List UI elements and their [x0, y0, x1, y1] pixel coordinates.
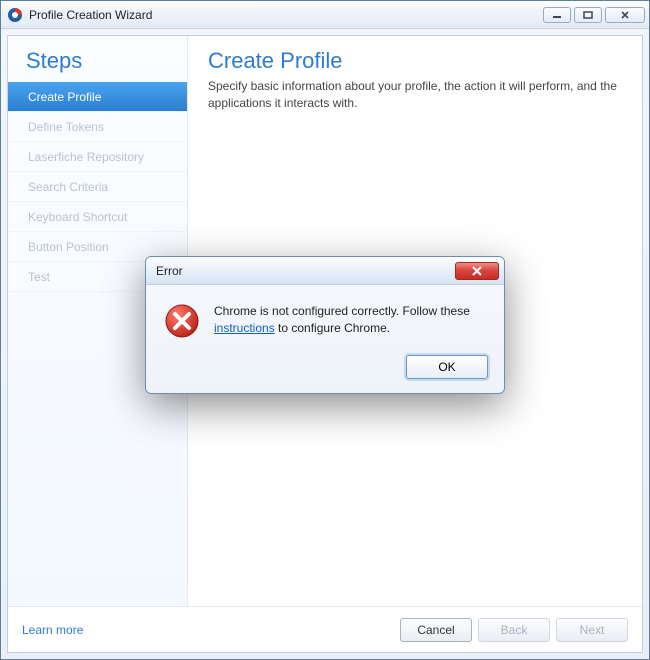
- button-label: OK: [438, 360, 455, 374]
- error-icon: [164, 303, 200, 339]
- error-dialog: Error: [145, 256, 505, 394]
- dialog-body: Chrome is not configured correctly. Foll…: [146, 285, 504, 349]
- dialog-text-before: Chrome is not configured correctly. Foll…: [214, 304, 470, 318]
- dialog-title: Error: [156, 264, 455, 278]
- instructions-link[interactable]: instructions: [214, 321, 275, 335]
- dialog-footer: OK: [146, 349, 504, 393]
- dialog-message: Chrome is not configured correctly. Foll…: [214, 303, 486, 339]
- wizard-window: Profile Creation Wizard Steps Create Pro…: [0, 0, 650, 660]
- dialog-titlebar: Error: [146, 257, 504, 285]
- modal-layer: Error: [0, 0, 650, 660]
- dialog-text-after: to configure Chrome.: [275, 321, 390, 335]
- ok-button[interactable]: OK: [406, 355, 488, 379]
- dialog-close-button[interactable]: [455, 262, 499, 280]
